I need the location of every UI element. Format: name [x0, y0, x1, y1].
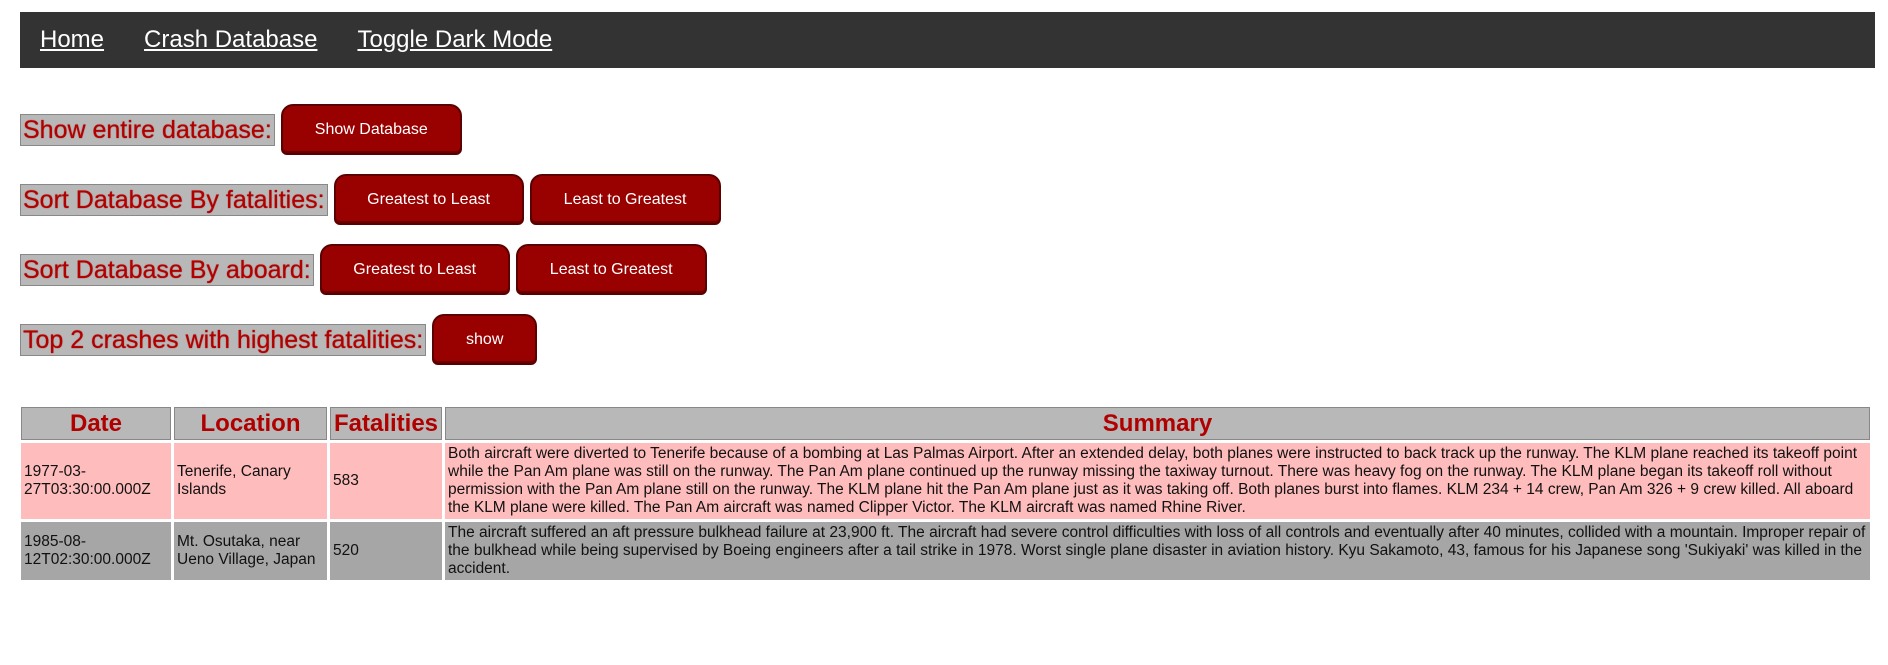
table-row: 1985-08-12T02:30:00.000Z Mt. Osutaka, ne…: [21, 522, 1870, 580]
sort-aboard-asc-button[interactable]: Least to Greatest: [515, 244, 707, 295]
sort-aboard-row: Sort Database By aboard: Greatest to Lea…: [20, 244, 707, 295]
navbar: Home Crash Database Toggle Dark Mode: [20, 12, 1875, 68]
sort-fatalities-row: Sort Database By fatalities: Greatest to…: [20, 174, 721, 225]
cell-summary: The aircraft suffered an aft pressure bu…: [445, 522, 1870, 580]
show-database-row: Show entire database: Show Database: [20, 104, 462, 155]
show-database-button[interactable]: Show Database: [280, 104, 462, 155]
table-header-row: Date Location Fatalities Summary: [21, 407, 1870, 440]
cell-date: 1985-08-12T02:30:00.000Z: [21, 522, 171, 580]
sort-aboard-desc-button[interactable]: Greatest to Least: [319, 244, 510, 295]
cell-date: 1977-03-27T03:30:00.000Z: [21, 443, 171, 519]
sort-fatalities-desc-button[interactable]: Greatest to Least: [333, 174, 524, 225]
nav-crash-database-link[interactable]: Crash Database: [144, 26, 317, 54]
sort-fatalities-label: Sort Database By fatalities:: [20, 183, 328, 216]
cell-summary: Both aircraft were diverted to Tenerife …: [445, 443, 1870, 519]
cell-fatalities: 583: [330, 443, 442, 519]
table-row: 1977-03-27T03:30:00.000Z Tenerife, Canar…: [21, 443, 1870, 519]
crash-table-container: Date Location Fatalities Summary 1977-03…: [20, 404, 1875, 583]
show-database-label: Show entire database:: [20, 113, 275, 146]
cell-location: Tenerife, Canary Islands: [174, 443, 327, 519]
cell-location: Mt. Osutaka, near Ueno Village, Japan: [174, 522, 327, 580]
header-location: Location: [174, 407, 327, 440]
header-date: Date: [21, 407, 171, 440]
top2-show-button[interactable]: show: [432, 314, 538, 365]
sort-fatalities-asc-button[interactable]: Least to Greatest: [529, 174, 721, 225]
nav-toggle-dark-mode-link[interactable]: Toggle Dark Mode: [357, 26, 552, 54]
header-fatalities: Fatalities: [330, 407, 442, 440]
sort-aboard-label: Sort Database By aboard:: [20, 253, 314, 286]
crash-table: Date Location Fatalities Summary 1977-03…: [18, 404, 1873, 583]
top2-row: Top 2 crashes with highest fatalities: s…: [20, 314, 538, 365]
header-summary: Summary: [445, 407, 1870, 440]
nav-home-link[interactable]: Home: [40, 26, 104, 54]
top2-label: Top 2 crashes with highest fatalities:: [20, 323, 427, 356]
cell-fatalities: 520: [330, 522, 442, 580]
